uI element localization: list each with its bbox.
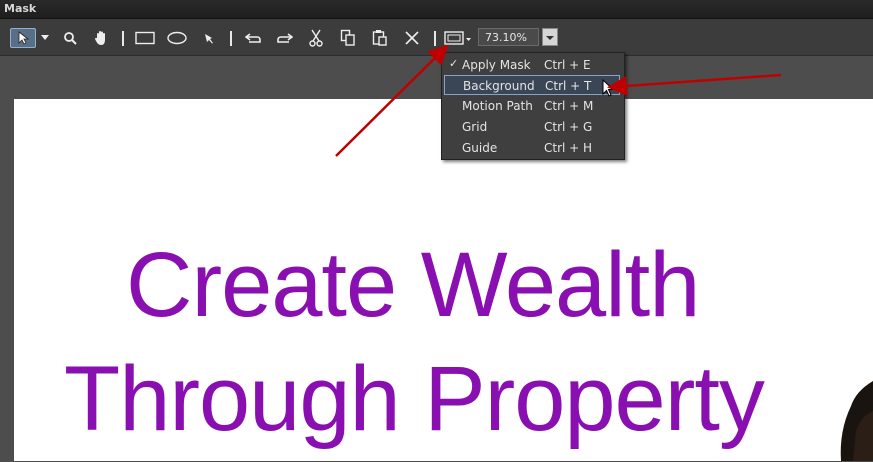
delete-button[interactable] — [401, 28, 423, 48]
chevron-down-icon — [41, 35, 49, 40]
menu-item-shortcut: Ctrl + E — [544, 58, 591, 72]
ellipse-icon — [167, 31, 187, 45]
delete-icon — [405, 31, 419, 45]
cut-icon — [309, 29, 323, 47]
toolbar-separator — [230, 31, 232, 46]
paste-button[interactable] — [369, 28, 391, 48]
select-tool-dropdown[interactable] — [40, 28, 50, 48]
view-options-menu: ✓ Apply Mask Ctrl + E Background Ctrl + … — [441, 52, 625, 160]
menu-item-background[interactable]: Background Ctrl + T — [444, 75, 620, 95]
zoom-tool-button[interactable] — [60, 28, 80, 48]
view-options-icon — [444, 31, 471, 45]
paste-icon — [372, 30, 387, 46]
menu-item-shortcut: Ctrl + G — [544, 120, 593, 134]
window-title: Mask — [4, 2, 37, 15]
pen-icon — [205, 34, 213, 44]
toolbar-separator — [122, 31, 124, 46]
menu-item-grid[interactable]: Grid Ctrl + G — [444, 117, 620, 137]
person-silhouette-image — [840, 381, 873, 461]
cut-button[interactable] — [305, 28, 327, 48]
copy-icon — [340, 29, 355, 46]
mouse-cursor-icon — [602, 79, 615, 97]
menu-item-guide[interactable]: Guide Ctrl + H — [444, 138, 620, 158]
rectangle-icon — [135, 31, 155, 45]
menu-item-apply-mask[interactable]: ✓ Apply Mask Ctrl + E — [444, 55, 620, 75]
window-titlebar: Mask — [0, 0, 873, 19]
menu-item-shortcut: Ctrl + T — [545, 79, 592, 93]
rectangle-tool-button[interactable] — [133, 28, 157, 48]
redo-button[interactable] — [273, 28, 297, 48]
zoom-dropdown-button[interactable] — [542, 28, 558, 46]
menu-item-label: Grid — [462, 120, 488, 134]
undo-icon — [245, 33, 261, 43]
menu-item-shortcut: Ctrl + H — [544, 141, 593, 155]
hand-icon — [95, 31, 105, 45]
menu-item-motion-path[interactable]: Motion Path Ctrl + M — [444, 96, 620, 116]
mask-toolbar — [0, 19, 873, 55]
select-tool-button[interactable] — [10, 28, 36, 48]
view-options-button[interactable] — [443, 28, 473, 48]
select-arrow-icon — [18, 31, 30, 45]
zoom-level-field[interactable]: 73.10% — [478, 28, 539, 46]
toolbar-separator — [434, 31, 436, 46]
menu-item-label: Motion Path — [462, 99, 533, 113]
checkmark-icon: ✓ — [449, 57, 459, 70]
undo-button[interactable] — [241, 28, 265, 48]
redo-icon — [277, 33, 293, 43]
hand-tool-button[interactable] — [90, 28, 112, 48]
menu-item-label: Guide — [462, 141, 498, 155]
menu-item-label: Apply Mask — [462, 58, 531, 72]
pen-tool-button[interactable] — [199, 28, 219, 48]
zoom-icon — [64, 32, 77, 45]
canvas-headline-line2: Through Property — [64, 348, 765, 450]
canvas-headline-line1: Create Wealth — [126, 234, 700, 336]
menu-item-label: Background — [463, 79, 535, 93]
ellipse-tool-button[interactable] — [165, 28, 189, 48]
menu-item-shortcut: Ctrl + M — [544, 99, 594, 113]
copy-button[interactable] — [337, 28, 359, 48]
